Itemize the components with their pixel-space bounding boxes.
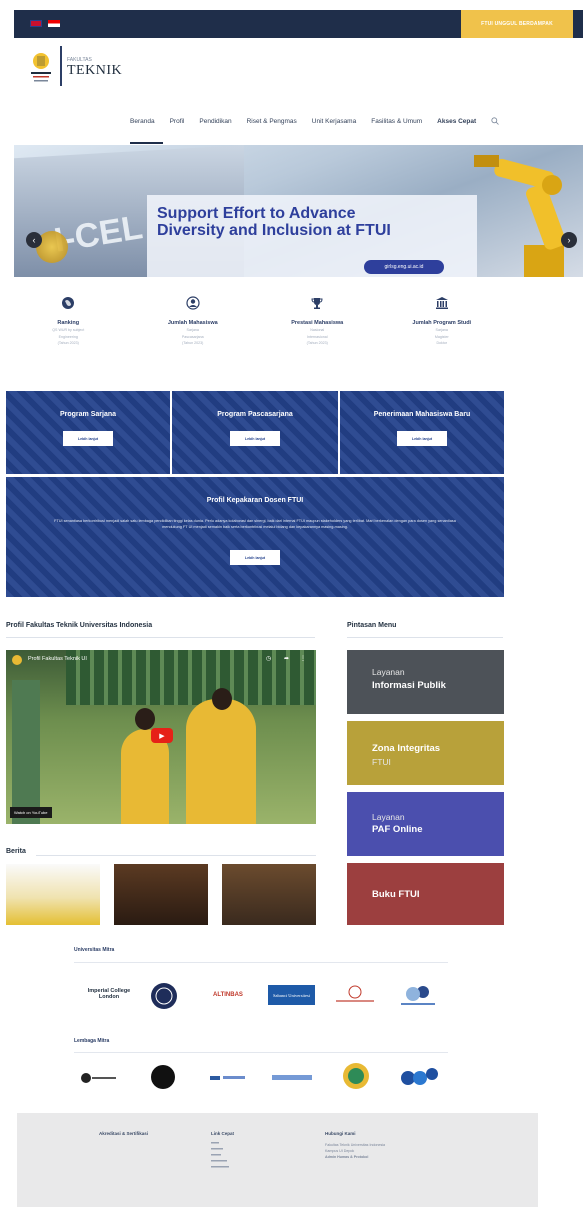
shortcut-menu-heading: Pintasan Menu xyxy=(347,622,397,629)
partner-altinbas-logo[interactable]: ALTINBAS xyxy=(200,986,256,1004)
news-image-2[interactable] xyxy=(114,864,208,925)
profil-dosen-button[interactable]: Lebih lanjut xyxy=(230,550,280,565)
chevron-right-icon[interactable]: › xyxy=(561,232,577,248)
institution-logo-1[interactable] xyxy=(78,1068,118,1088)
shortcut-paf-online[interactable]: Layanan PAF Online xyxy=(347,792,504,856)
institution-logo-6[interactable] xyxy=(398,1064,440,1090)
nav-item-unit-kerjasama[interactable]: Unit Kerjasama xyxy=(312,118,356,125)
news-image-1[interactable] xyxy=(6,864,100,925)
shortcut-menu-divider xyxy=(347,637,503,638)
footer-link-list[interactable] xyxy=(211,1142,235,1172)
video-pillar-image xyxy=(12,680,40,824)
footer-col-hubungi-kami: Hubungi Kami Fakultas Teknik Universitas… xyxy=(325,1131,386,1159)
program-pascasarjana-button[interactable]: Lebih lanjut xyxy=(230,431,280,446)
top-bar: FTUI UNGGUL BERDAMPAK xyxy=(14,10,583,38)
nav-item-akses-cepat[interactable]: Akses Cepat xyxy=(437,118,476,125)
institutions-divider xyxy=(74,1052,448,1053)
shortcut-informasi-publik[interactable]: Layanan Informasi Publik xyxy=(347,650,504,714)
footer: Akreditasi & Sertifikasi Link Cepat Hubu… xyxy=(17,1113,538,1207)
video-pergola-image xyxy=(66,650,316,705)
institution-logo-3[interactable] xyxy=(208,1070,248,1086)
chevron-left-icon[interactable]: ‹ xyxy=(26,232,42,248)
logo-divider xyxy=(60,46,62,86)
news-image-3[interactable] xyxy=(222,864,316,925)
penerimaan-mahasiswa-card[interactable]: Penerimaan Mahasiswa Baru Lebih lanjut xyxy=(340,391,504,474)
penerimaan-mahasiswa-title: Penerimaan Mahasiswa Baru xyxy=(373,411,471,418)
shortcut-buku-ftui[interactable]: Buku FTUI xyxy=(347,863,504,925)
institution-logo-2[interactable] xyxy=(150,1064,176,1090)
universities-divider xyxy=(74,962,448,963)
faculty-title[interactable]: TEKNIK xyxy=(67,63,122,79)
institution-logo-5[interactable] xyxy=(342,1062,370,1090)
tile-background xyxy=(6,477,504,597)
profile-divider xyxy=(6,637,315,638)
video-person-left xyxy=(121,729,169,824)
flag-indonesia-icon[interactable] xyxy=(48,20,60,27)
profile-heading: Profil Fakultas Teknik Universitas Indon… xyxy=(6,622,153,629)
profil-dosen-description: FTUI senantiasa berkontribusi menjadi sa… xyxy=(54,519,456,529)
nav-item-riset[interactable]: Riset & Pengmas xyxy=(247,118,297,125)
globe-icon xyxy=(62,297,75,309)
universities-heading: Universitas Mitra xyxy=(74,947,115,953)
video-head-left xyxy=(135,708,155,730)
play-icon[interactable]: ▶ xyxy=(151,728,173,743)
footer-col-link-cepat: Link Cepat xyxy=(211,1131,235,1177)
profile-video-embed[interactable]: Profil Fakultas Teknik UI ◷ ➦ ⋮ ▶ Watch … xyxy=(6,650,316,824)
partner-sabanci-logo[interactable]: Sabanci Universitesi xyxy=(268,985,315,1005)
search-icon[interactable] xyxy=(491,117,499,125)
partner-seal-logo[interactable] xyxy=(150,982,178,1010)
stat-mahasiswa: Jumlah Mahasiswa Sarjana Pascasarjana (T… xyxy=(131,292,256,386)
video-person-right xyxy=(186,699,256,824)
flag-english-icon[interactable] xyxy=(30,20,42,27)
hero-headline: Support Effort to Advance Diversity and … xyxy=(157,205,391,239)
watch-on-youtube-button[interactable]: Watch on YouTube xyxy=(10,807,52,818)
stat-program-studi: Jumlah Program Studi Sarjana Magister Do… xyxy=(380,292,505,386)
profil-dosen-title: Profil Kepakaran Dosen FTUI xyxy=(206,497,304,504)
channel-avatar-icon[interactable] xyxy=(12,655,22,665)
stats-row: Ranking QS WUR by subject Engineering (T… xyxy=(6,292,504,386)
video-title[interactable]: Profil Fakultas Teknik UI xyxy=(28,656,87,662)
partner-red-logo[interactable] xyxy=(330,984,380,1006)
shortcut-zona-integritas[interactable]: Zona Integritas FTUI xyxy=(347,721,504,785)
more-icon[interactable]: ⋮ xyxy=(300,655,306,662)
nav-item-fasilitas[interactable]: Fasilitas & Umum xyxy=(371,118,422,125)
program-sarjana-card[interactable]: Program Sarjana Lebih lanjut xyxy=(6,391,170,474)
program-pascasarjana-card[interactable]: Program Pascasarjana Lebih lanjut xyxy=(172,391,338,474)
program-sarjana-button[interactable]: Lebih lanjut xyxy=(63,431,113,446)
penerimaan-mahasiswa-button[interactable]: Lebih lanjut xyxy=(397,431,447,446)
makara-logo-icon[interactable] xyxy=(31,50,51,86)
video-head-right xyxy=(212,688,232,710)
stat-ranking: Ranking QS WUR by subject Engineering (T… xyxy=(6,292,131,386)
trophy-icon xyxy=(311,298,323,309)
robot-arm-image xyxy=(474,155,566,277)
profil-dosen-card[interactable]: Profil Kepakaran Dosen FTUI FTUI senanti… xyxy=(6,477,504,597)
nav-item-pendidikan[interactable]: Pendidikan xyxy=(199,118,231,125)
ftui-unggul-button[interactable]: FTUI UNGGUL BERDAMPAK xyxy=(461,10,573,38)
institutions-heading: Lembaga Mitra xyxy=(74,1038,110,1044)
program-pascasarjana-title: Program Pascasarjana xyxy=(217,411,293,418)
program-sarjana-title: Program Sarjana xyxy=(59,411,117,418)
news-divider xyxy=(36,855,316,856)
institution-logo-4[interactable] xyxy=(270,1070,314,1086)
hero-slider[interactable]: I-CEL Support Effort to Advance Diversit… xyxy=(14,145,583,277)
hero-url-button[interactable]: girlsg.eng.ui.ac.id xyxy=(364,260,444,274)
partner-blue-logo[interactable] xyxy=(395,982,440,1008)
share-icon[interactable]: ➦ xyxy=(284,655,290,662)
nav-active-indicator xyxy=(130,142,163,144)
clock-icon[interactable]: ◷ xyxy=(266,655,272,662)
footer-col-akreditasi: Akreditasi & Sertifikasi xyxy=(99,1131,149,1136)
user-icon xyxy=(186,296,200,310)
main-nav: Beranda Profil Pendidikan Riset & Pengma… xyxy=(130,117,499,125)
partner-imperial-logo[interactable]: Imperial College London xyxy=(84,983,134,1005)
stat-prestasi: Prestasi Mahasiswa Nasional Internasiona… xyxy=(255,292,380,386)
news-heading: Berita xyxy=(6,848,26,855)
institution-icon xyxy=(435,297,448,309)
nav-item-profil[interactable]: Profil xyxy=(170,118,185,125)
nav-item-beranda[interactable]: Beranda xyxy=(130,118,155,125)
